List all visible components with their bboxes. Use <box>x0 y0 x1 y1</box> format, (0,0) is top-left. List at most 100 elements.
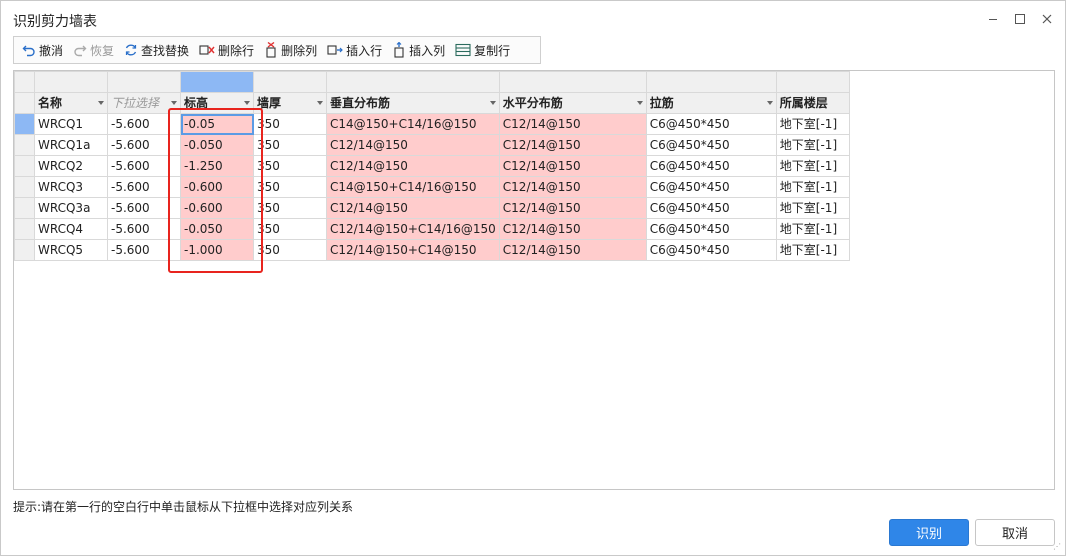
table-cell[interactable]: C6@450*450 <box>645 155 777 177</box>
table-cell[interactable]: 地下室[-1] <box>775 134 850 156</box>
table-cell[interactable]: C12/14@150 <box>326 197 500 219</box>
table-cell[interactable]: C12/14@150 <box>498 134 647 156</box>
mapping-dropdown-horizontal-bars[interactable]: 水平分布筋 <box>498 92 647 114</box>
data-grid[interactable]: 名称 下拉选择 标高 墙厚 垂直分布筋 水平分布筋 拉筋 所属楼层 WRCQ1 … <box>13 70 1055 490</box>
mapping-dropdown-tie-bars[interactable]: 拉筋 <box>645 92 777 114</box>
table-cell[interactable]: WRCQ3a <box>34 197 108 219</box>
minimize-button[interactable] <box>983 9 1003 29</box>
column-header[interactable] <box>107 71 181 93</box>
row-header[interactable] <box>14 176 35 198</box>
mapping-dropdown-name[interactable]: 名称 <box>34 92 108 114</box>
table-cell[interactable]: 地下室[-1] <box>775 197 850 219</box>
insert-col-button[interactable]: 插入列 <box>388 38 449 62</box>
table-cell[interactable]: WRCQ1a <box>34 134 108 156</box>
column-header[interactable] <box>326 71 500 93</box>
cancel-button[interactable]: 取消 <box>975 519 1055 546</box>
column-header-selected[interactable] <box>180 71 254 93</box>
table-cell[interactable]: 350 <box>253 176 327 198</box>
column-header[interactable] <box>34 71 108 93</box>
mapping-dropdown-thickness[interactable]: 墙厚 <box>253 92 327 114</box>
table-cell[interactable]: -5.600 <box>107 134 181 156</box>
table-cell[interactable]: WRCQ4 <box>34 218 108 240</box>
row-header[interactable] <box>14 134 35 156</box>
table-cell[interactable]: C12/14@150 <box>326 155 500 177</box>
delete-col-button[interactable]: 删除列 <box>260 38 321 62</box>
table-cell[interactable]: -5.600 <box>107 113 181 135</box>
mapping-label: 水平分布筋 <box>502 96 563 110</box>
mapping-dropdown-placeholder[interactable]: 下拉选择 <box>107 92 181 114</box>
table-cell[interactable]: C14@150+C14/16@150 <box>326 176 500 198</box>
close-button[interactable] <box>1037 9 1057 29</box>
table-cell[interactable]: C6@450*450 <box>645 239 777 261</box>
table-cell[interactable]: -0.600 <box>180 197 254 219</box>
table-cell[interactable]: C12/14@150 <box>498 155 647 177</box>
table-cell[interactable]: WRCQ3 <box>34 176 108 198</box>
table-cell[interactable]: -5.600 <box>107 155 181 177</box>
table-cell[interactable]: 350 <box>253 113 327 135</box>
table-cell[interactable]: C12/14@150 <box>498 113 647 135</box>
mapping-dropdown-vertical-bars[interactable]: 垂直分布筋 <box>326 92 500 114</box>
mapping-label: 墙厚 <box>257 96 282 110</box>
column-header[interactable] <box>253 71 327 93</box>
table-cell[interactable]: 350 <box>253 197 327 219</box>
table-cell[interactable]: 地下室[-1] <box>775 113 850 135</box>
mapping-dropdown-floor[interactable]: 所属楼层 <box>775 92 850 114</box>
copy-row-button[interactable]: 复制行 <box>451 38 514 62</box>
table-cell[interactable]: -0.050 <box>180 134 254 156</box>
table-cell[interactable]: 350 <box>253 239 327 261</box>
table-cell[interactable]: WRCQ2 <box>34 155 108 177</box>
table-cell[interactable]: -0.600 <box>180 176 254 198</box>
table-cell[interactable]: 350 <box>253 218 327 240</box>
table-cell[interactable]: WRCQ1 <box>34 113 108 135</box>
table-cell[interactable]: C12/14@150 <box>498 197 647 219</box>
table-cell[interactable]: C6@450*450 <box>645 113 777 135</box>
table-cell[interactable]: C12/14@150 <box>498 176 647 198</box>
maximize-button[interactable] <box>1010 9 1030 29</box>
table-cell[interactable]: C12/14@150+C14/16@150 <box>326 218 500 240</box>
mapping-dropdown-elevation[interactable]: 标高 <box>180 92 254 114</box>
table-cell[interactable]: -5.600 <box>107 239 181 261</box>
table-cell[interactable]: C12/14@150 <box>498 239 647 261</box>
table-cell[interactable]: C6@450*450 <box>645 218 777 240</box>
row-header[interactable] <box>14 113 35 135</box>
undo-button[interactable]: 撤消 <box>18 38 67 62</box>
table-cell[interactable]: C12/14@150 <box>326 134 500 156</box>
table-cell-current[interactable]: -0.05 <box>180 113 254 135</box>
table-cell[interactable]: 350 <box>253 155 327 177</box>
row-header[interactable] <box>14 239 35 261</box>
row-header[interactable] <box>14 92 35 114</box>
row-header[interactable] <box>14 218 35 240</box>
find-replace-button[interactable]: 查找替换 <box>120 38 193 62</box>
corner-cell[interactable] <box>14 71 35 93</box>
delete-row-button[interactable]: 删除行 <box>195 38 258 62</box>
table-cell[interactable]: C12/14@150+C14@150 <box>326 239 500 261</box>
redo-button[interactable]: 恢复 <box>69 38 118 62</box>
row-header[interactable] <box>14 155 35 177</box>
table-cell[interactable]: C14@150+C14/16@150 <box>326 113 500 135</box>
table-cell[interactable]: 地下室[-1] <box>775 176 850 198</box>
table-cell[interactable]: 地下室[-1] <box>775 239 850 261</box>
table-cell[interactable]: C6@450*450 <box>645 134 777 156</box>
table-row: WRCQ5 -5.600 -1.000 350 C12/14@150+C14@1… <box>14 239 850 261</box>
table-cell[interactable]: -1.000 <box>180 239 254 261</box>
recognize-button[interactable]: 识别 <box>889 519 969 546</box>
insert-row-button[interactable]: 插入行 <box>323 38 386 62</box>
table-cell[interactable]: C12/14@150 <box>498 218 647 240</box>
table-cell[interactable]: WRCQ5 <box>34 239 108 261</box>
insert-row-label: 插入行 <box>346 43 383 58</box>
table-cell[interactable]: -5.600 <box>107 197 181 219</box>
table-cell[interactable]: 350 <box>253 134 327 156</box>
table-cell[interactable]: -1.250 <box>180 155 254 177</box>
column-header[interactable] <box>775 71 850 93</box>
column-header[interactable] <box>498 71 647 93</box>
table-cell[interactable]: 地下室[-1] <box>775 155 850 177</box>
table-cell[interactable]: -0.050 <box>180 218 254 240</box>
table-cell[interactable]: -5.600 <box>107 218 181 240</box>
table-cell[interactable]: -5.600 <box>107 176 181 198</box>
resize-grip-icon[interactable]: ⋰ <box>1053 543 1061 551</box>
table-cell[interactable]: C6@450*450 <box>645 176 777 198</box>
column-header[interactable] <box>645 71 777 93</box>
table-cell[interactable]: 地下室[-1] <box>775 218 850 240</box>
row-header[interactable] <box>14 197 35 219</box>
table-cell[interactable]: C6@450*450 <box>645 197 777 219</box>
